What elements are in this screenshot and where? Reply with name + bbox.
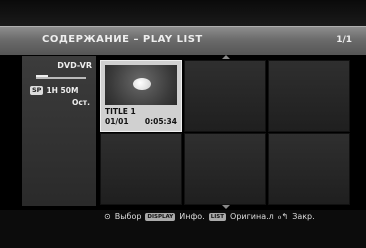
empty-title-cell[interactable]	[268, 60, 350, 132]
original-label: Оригина.л	[230, 212, 274, 221]
capacity-bar	[36, 77, 86, 79]
select-button-icon: ⊙	[104, 212, 111, 221]
remaining-label: Ост.	[71, 98, 90, 107]
disc-info-panel: DVD-VR SP 1H 50M Ост.	[22, 56, 96, 206]
remaining-time: 1H 50M	[46, 86, 79, 95]
title-grid: TITLE 1 01/01 0:05:34	[100, 60, 358, 205]
select-label: Выбор	[114, 212, 142, 221]
scroll-down-icon[interactable]	[222, 205, 230, 209]
title-thumbnail-cell[interactable]: TITLE 1 01/01 0:05:34	[100, 60, 182, 132]
scroll-up-icon[interactable]	[222, 55, 230, 59]
empty-title-cell[interactable]	[268, 133, 350, 205]
title-index: 01/01	[105, 117, 129, 126]
disc-type-label: DVD-VR	[57, 61, 92, 70]
top-band	[0, 0, 366, 26]
close-label: Закр.	[292, 212, 315, 221]
help-bar: ⊙ Выбор DISPLAY Инфо. LIST Оригина.л ℴ↰ …	[104, 212, 315, 221]
info-label: Инфо.	[179, 212, 205, 221]
menu-header: СОДЕРЖАНИЕ – PLAY LIST 1/1	[0, 26, 366, 55]
return-icon: ℴ↰	[277, 212, 289, 221]
display-key-icon: DISPLAY	[145, 212, 176, 221]
remaining-time-row: SP 1H 50M	[30, 86, 78, 95]
capacity-bar-fill	[36, 75, 48, 77]
empty-title-cell[interactable]	[184, 60, 266, 132]
list-key-icon: LIST	[208, 212, 227, 221]
title-duration: 0:05:34	[144, 117, 177, 126]
page-title: СОДЕРЖАНИЕ – PLAY LIST	[42, 34, 203, 45]
recording-mode-badge: SP	[30, 86, 44, 95]
page-counter: 1/1	[336, 35, 352, 45]
empty-title-cell[interactable]	[184, 133, 266, 205]
empty-title-cell[interactable]	[100, 133, 182, 205]
title-name: TITLE 1	[105, 107, 136, 116]
egg-image	[133, 78, 151, 90]
title-thumbnail	[105, 65, 177, 105]
